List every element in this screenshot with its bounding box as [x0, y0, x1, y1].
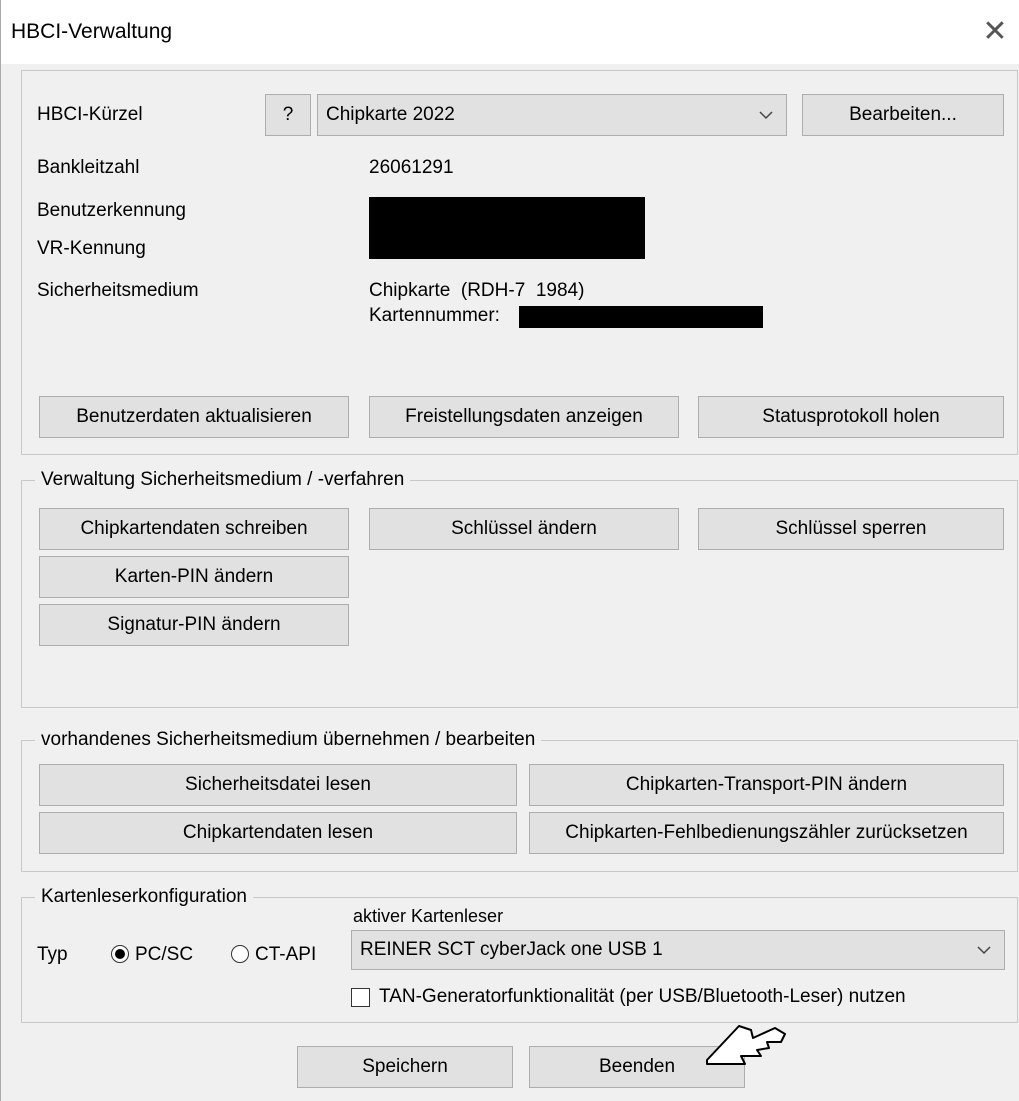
type-label: Typ [37, 944, 68, 965]
hbci-window: HBCI-Verwaltung ✕ HBCI-Kürzel ? Chipkart… [0, 0, 1019, 1101]
vr-label: VR-Kennung [37, 238, 146, 259]
reset-error-counter-button[interactable]: Chipkarten-Fehlbedienungszähler zurückse… [529, 812, 1004, 854]
radio-ctapi[interactable] [231, 945, 249, 963]
change-key-button[interactable]: Schlüssel ändern [369, 508, 679, 550]
blz-label: Bankleitzahl [37, 157, 140, 178]
tan-generator-label[interactable]: TAN-Generatorfunktionalität (per USB/Blu… [379, 986, 906, 1008]
window-title: HBCI-Verwaltung [11, 20, 173, 43]
save-button[interactable]: Speichern [297, 1046, 513, 1088]
hand-cursor-icon [706, 1025, 786, 1065]
medium-label: Sicherheitsmedium [37, 280, 199, 301]
kuerzel-value: Chipkarte 2022 [326, 104, 455, 125]
tan-generator-checkbox[interactable] [351, 988, 370, 1007]
read-security-file-button[interactable]: Sicherheitsdatei lesen [39, 764, 517, 806]
kuerzel-select[interactable]: Chipkarte 2022 [317, 94, 787, 136]
change-signature-pin-button[interactable]: Signatur-PIN ändern [39, 604, 349, 646]
chevron-down-icon [977, 946, 991, 955]
change-card-pin-button[interactable]: Karten-PIN ändern [39, 556, 349, 598]
read-card-data-button[interactable]: Chipkartendaten lesen [39, 812, 517, 854]
change-transport-pin-button[interactable]: Chipkarten-Transport-PIN ändern [529, 764, 1004, 806]
existing-medium-legend: vorhandenes Sicherheitsmedium übernehmen… [35, 729, 542, 751]
medium-admin-legend: Verwaltung Sicherheitsmedium / -verfahre… [35, 469, 411, 491]
title-bar: HBCI-Verwaltung ✕ [1, 0, 1019, 64]
chevron-down-icon [759, 111, 773, 120]
blz-value: 26061291 [369, 157, 454, 178]
status-protocol-button[interactable]: Statusprotokoll holen [698, 396, 1004, 438]
active-reader-label: aktiver Kartenleser [353, 906, 504, 926]
show-freistellung-button[interactable]: Freistellungsdaten anzeigen [369, 396, 679, 438]
active-reader-select[interactable]: REINER SCT cyberJack one USB 1 [351, 930, 1005, 970]
medium-value: Chipkarte (RDH-7 1984) [369, 280, 585, 301]
update-user-data-button[interactable]: Benutzerdaten aktualisieren [39, 396, 349, 438]
lock-key-button[interactable]: Schlüssel sperren [698, 508, 1004, 550]
active-reader-value: REINER SCT cyberJack one USB 1 [360, 939, 663, 960]
edit-button[interactable]: Bearbeiten... [802, 94, 1004, 136]
redacted-user-id [369, 197, 645, 259]
write-card-data-button[interactable]: Chipkartendaten schreiben [39, 508, 349, 550]
radio-ctapi-label[interactable]: CT-API [255, 944, 316, 966]
user-label: Benutzerkennung [37, 200, 186, 221]
reader-config-legend: Kartenleserkonfiguration [35, 886, 253, 908]
redacted-card-number [519, 306, 763, 328]
radio-pcsc[interactable] [111, 945, 129, 963]
radio-pcsc-dot [115, 949, 125, 959]
card-number-label: Kartennummer: [369, 305, 500, 326]
help-button[interactable]: ? [265, 94, 311, 136]
close-icon[interactable]: ✕ [972, 10, 1018, 54]
radio-pcsc-label[interactable]: PC/SC [135, 944, 193, 966]
kuerzel-label: HBCI-Kürzel [37, 104, 143, 125]
